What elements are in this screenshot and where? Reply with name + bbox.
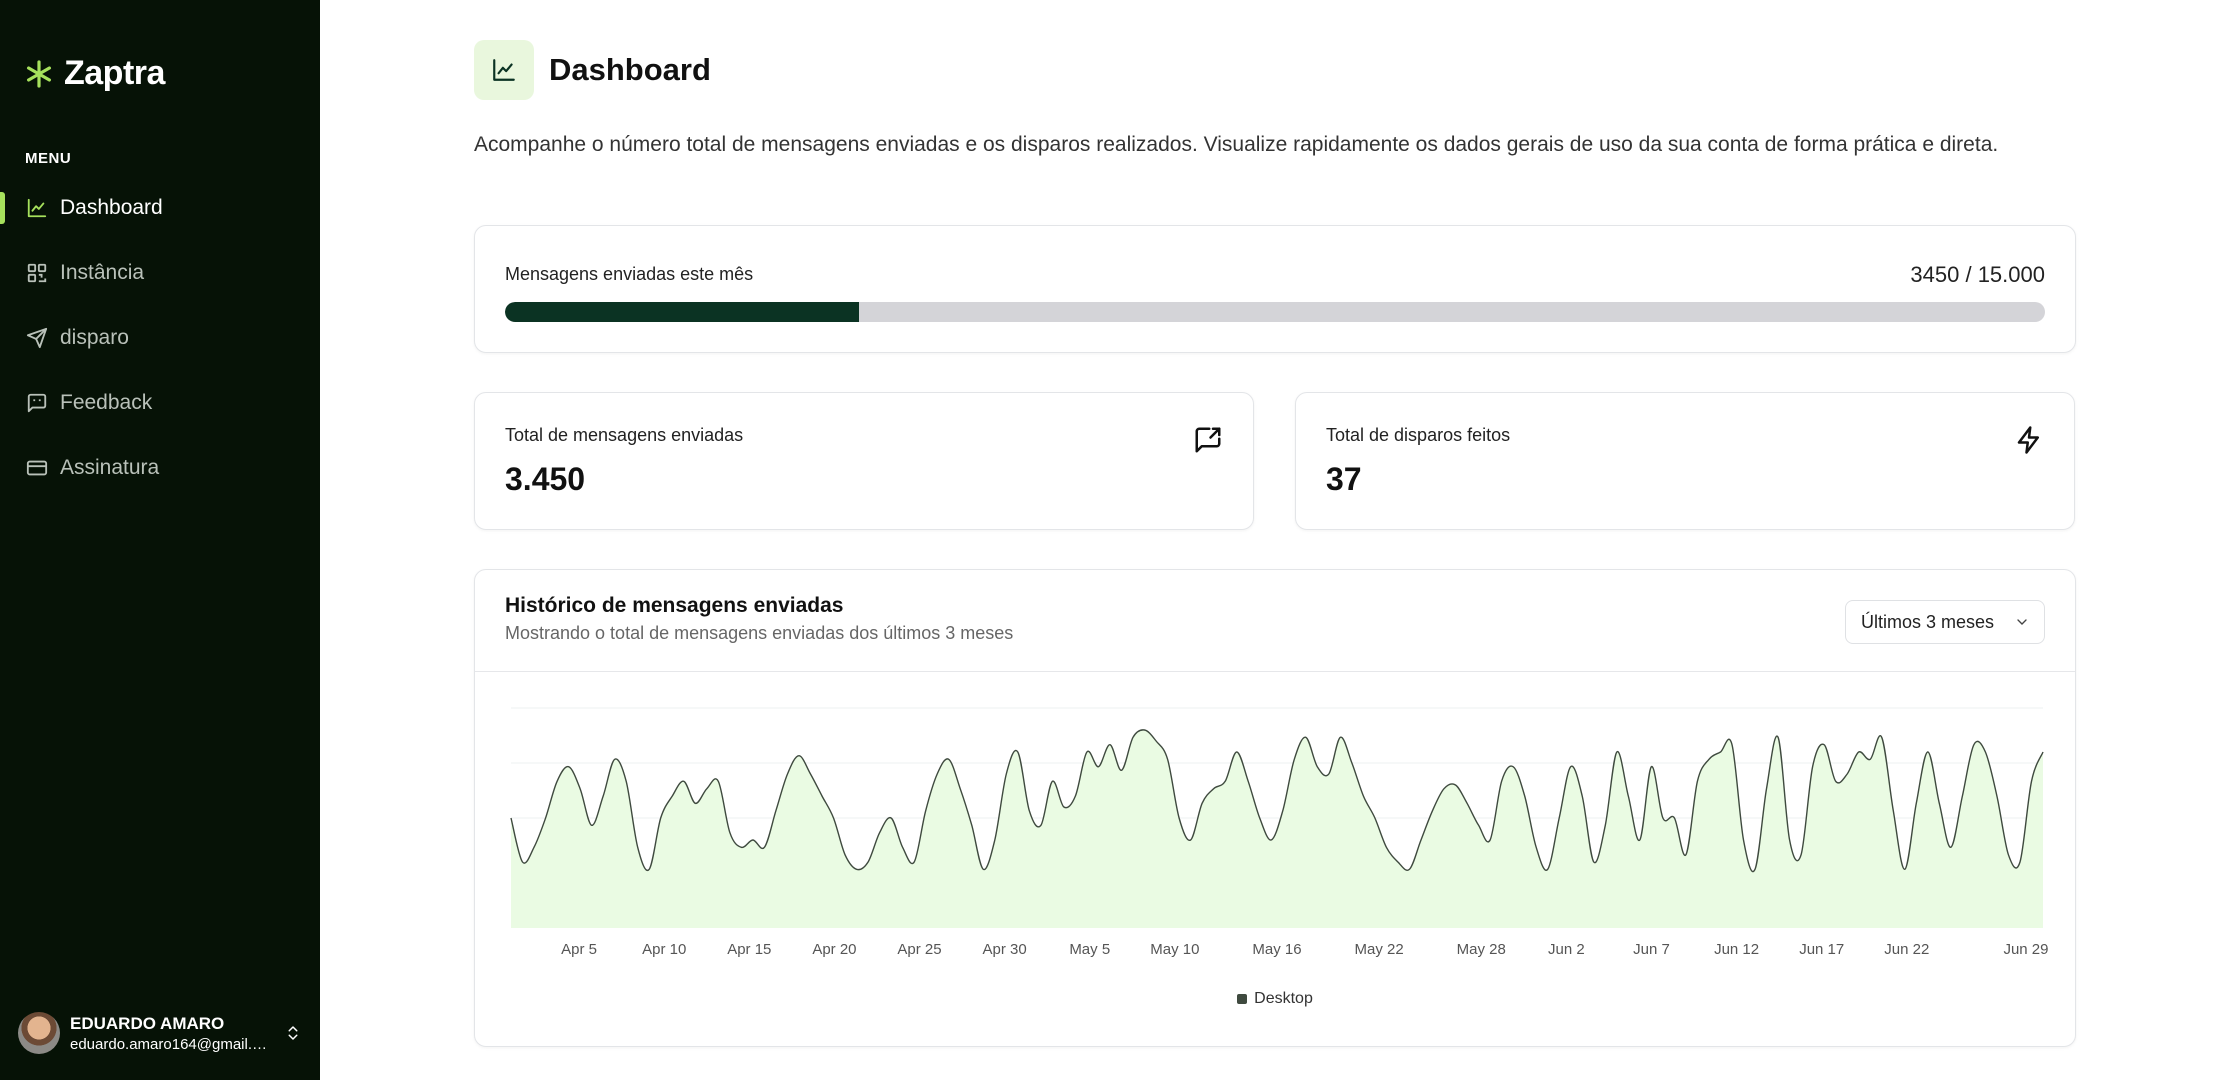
user-info: EDUARDO AMARO eduardo.amaro164@gmail.com xyxy=(70,1014,274,1053)
brand-name: Zaptra xyxy=(64,54,165,92)
app: Zaptra MENU Dashboard Instância disparo … xyxy=(0,0,2216,1080)
x-tick-label: Jun 12 xyxy=(1714,941,1759,958)
x-tick-label: Apr 20 xyxy=(812,941,856,958)
sidebar-item-label: Dashboard xyxy=(60,196,163,219)
history-chart-card: Histórico de mensagens enviadas Mostrand… xyxy=(474,569,2076,1047)
stat-label: Total de mensagens enviadas xyxy=(505,425,744,445)
brand[interactable]: Zaptra xyxy=(24,54,165,93)
quota-progress-bar xyxy=(505,302,2045,322)
quota-label: Mensagens enviadas este mês xyxy=(505,264,754,284)
message-square-icon xyxy=(26,392,48,414)
quota-progress-fill xyxy=(505,302,860,322)
chevrons-up-down-icon[interactable] xyxy=(284,1021,302,1045)
menu-title: MENU xyxy=(25,150,72,167)
x-tick-label: Apr 5 xyxy=(561,941,597,958)
x-tick-label: Apr 10 xyxy=(642,941,686,958)
x-tick-label: Jun 7 xyxy=(1633,941,1670,958)
x-tick-label: Jun 22 xyxy=(1884,941,1929,958)
page-description: Acompanhe o número total de mensagens en… xyxy=(474,133,1999,156)
x-tick-label: May 16 xyxy=(1252,941,1301,958)
x-tick-label: Jun 29 xyxy=(2003,941,2048,958)
x-tick-label: Apr 15 xyxy=(727,941,771,958)
range-select-value: Últimos 3 meses xyxy=(1861,611,1995,632)
x-tick-label: May 22 xyxy=(1355,941,1404,958)
history-header: Histórico de mensagens enviadas Mostrand… xyxy=(475,570,2075,672)
x-tick-label: Apr 30 xyxy=(983,941,1027,958)
sidebar-item-label: Feedback xyxy=(60,391,153,414)
quota-card: Mensagens enviadas este mês 3450 / 15.00… xyxy=(474,225,2076,353)
stat-card-messages: Total de mensagens enviadas 3.450 xyxy=(474,392,1254,530)
page-header: Dashboard xyxy=(474,40,711,100)
avatar xyxy=(18,1012,60,1054)
stat-value: 37 xyxy=(1326,461,1362,497)
user-menu[interactable]: EDUARDO AMARO eduardo.amaro164@gmail.com xyxy=(18,1010,302,1056)
main-content: Dashboard Acompanhe o número total de me… xyxy=(320,0,2216,1080)
sidebar-item-feedback[interactable]: Feedback xyxy=(0,381,320,425)
chart-line-icon xyxy=(474,40,534,100)
user-email: eduardo.amaro164@gmail.com xyxy=(70,1035,270,1053)
sidebar-nav: Dashboard Instância disparo Feedback Ass… xyxy=(0,186,320,511)
chart-title: Histórico de mensagens enviadas xyxy=(505,594,844,617)
sidebar: Zaptra MENU Dashboard Instância disparo … xyxy=(0,0,320,1080)
message-share-icon xyxy=(1195,427,1221,453)
sidebar-item-instancia[interactable]: Instância xyxy=(0,251,320,295)
zap-icon xyxy=(2017,426,2039,454)
legend-label: Desktop xyxy=(1254,990,1313,1007)
x-tick-label: Jun 2 xyxy=(1548,941,1585,958)
x-tick-label: May 10 xyxy=(1150,941,1199,958)
x-tick-label: Jun 17 xyxy=(1799,941,1844,958)
chevron-down-icon xyxy=(2017,619,2027,625)
credit-card-icon xyxy=(26,457,48,479)
asterisk-logo-icon xyxy=(26,59,51,88)
sidebar-item-dashboard[interactable]: Dashboard xyxy=(0,186,320,230)
sidebar-item-label: disparo xyxy=(60,326,129,349)
qr-code-icon xyxy=(26,262,48,284)
area-chart: Apr 5 Apr 10 Apr 15 Apr 20 Apr 25 Apr 30 May 5… xyxy=(510,707,2049,958)
legend-swatch xyxy=(1237,994,1248,1004)
chart-legend: Desktop xyxy=(475,990,2075,1008)
stat-label: Total de disparos feitos xyxy=(1326,425,1511,445)
x-tick-label: Apr 25 xyxy=(897,941,941,958)
page-title: Dashboard xyxy=(549,52,711,87)
chart-subtitle: Mostrando o total de mensagens enviadas … xyxy=(505,623,1014,643)
sidebar-item-label: Instância xyxy=(60,261,145,284)
send-icon xyxy=(26,327,48,349)
sidebar-item-label: Assinatura xyxy=(60,456,160,479)
stat-card-dispatches: Total de disparos feitos 37 xyxy=(1295,392,2075,530)
user-name: EDUARDO AMARO xyxy=(70,1013,225,1033)
range-select[interactable]: Últimos 3 meses xyxy=(1845,600,2045,644)
quota-value: 3450 / 15.000 xyxy=(1910,262,2045,287)
stat-value: 3.450 xyxy=(505,461,586,497)
x-tick-label: May 28 xyxy=(1457,941,1506,958)
sidebar-item-disparo[interactable]: disparo xyxy=(0,316,320,360)
sidebar-item-assinatura[interactable]: Assinatura xyxy=(0,446,320,490)
x-tick-label: May 5 xyxy=(1069,941,1110,958)
chart-line-icon xyxy=(26,197,48,219)
